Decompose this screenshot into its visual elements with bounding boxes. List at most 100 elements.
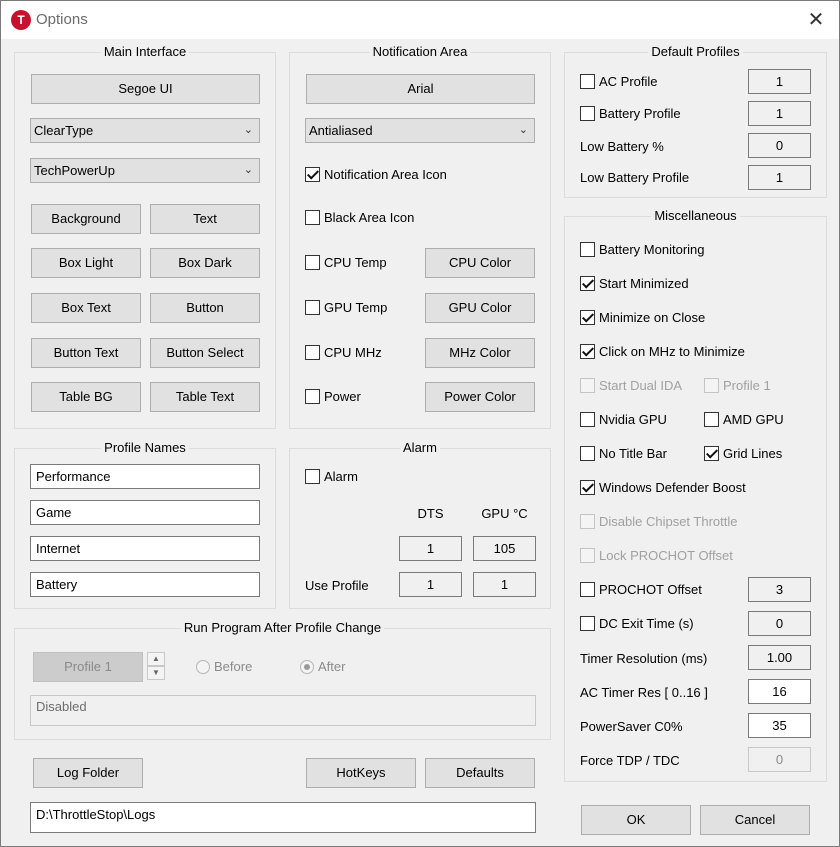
nvidia-gpu-checkbox[interactable]: Nvidia GPU xyxy=(580,411,667,429)
options-window: T Options ✕ Main Interface Segoe UI Clea… xyxy=(0,0,840,847)
checkbox-checked-icon xyxy=(580,310,595,325)
ac-profile-checkbox[interactable]: AC Profile xyxy=(580,73,658,91)
lock-prochot-offset-checkbox[interactable]: Lock PROCHOT Offset xyxy=(580,547,733,565)
profile-name-3-input[interactable]: Internet xyxy=(30,536,260,561)
hotkeys-button[interactable]: HotKeys xyxy=(306,758,416,788)
force-tdp-tdc-label: Force TDP / TDC xyxy=(580,753,680,768)
notification-area-group: Notification Area xyxy=(289,44,551,429)
checkbox-icon xyxy=(580,548,595,563)
profile-spinner[interactable]: ▲ ▼ xyxy=(147,652,165,680)
log-folder-button[interactable]: Log Folder xyxy=(33,758,143,788)
checkbox-icon xyxy=(580,616,595,631)
main-interface-label: Main Interface xyxy=(100,44,190,59)
battery-profile-checkbox[interactable]: Battery Profile xyxy=(580,105,681,123)
checkbox-icon xyxy=(305,210,320,225)
profile-name-2-input[interactable]: Game xyxy=(30,500,260,525)
grid-lines-checkbox[interactable]: Grid Lines xyxy=(704,445,782,463)
box-dark-color-button[interactable]: Box Dark xyxy=(150,248,260,278)
checkbox-icon xyxy=(305,255,320,270)
low-battery-pct-value[interactable]: 0 xyxy=(748,133,811,158)
notification-area-icon-checkbox[interactable]: Notification Area Icon xyxy=(305,166,447,184)
cpu-color-button[interactable]: CPU Color xyxy=(425,248,535,278)
minimize-on-close-checkbox[interactable]: Minimize on Close xyxy=(580,309,705,327)
defaults-button[interactable]: Defaults xyxy=(425,758,535,788)
spin-down-icon[interactable]: ▼ xyxy=(147,666,165,680)
checkbox-checked-icon xyxy=(580,276,595,291)
checkbox-icon xyxy=(580,446,595,461)
start-minimized-checkbox[interactable]: Start Minimized xyxy=(580,275,689,293)
windows-defender-boost-checkbox[interactable]: Windows Defender Boost xyxy=(580,479,746,497)
notification-rendering-select[interactable]: Antialiased ⌄ xyxy=(305,118,535,143)
disable-chipset-throttle-checkbox[interactable]: Disable Chipset Throttle xyxy=(580,513,738,531)
before-radio[interactable]: Before xyxy=(196,658,252,676)
main-font-button[interactable]: Segoe UI xyxy=(31,74,260,104)
click-mhz-minimize-checkbox[interactable]: Click on MHz to Minimize xyxy=(580,343,745,361)
text-color-button[interactable]: Text xyxy=(150,204,260,234)
black-area-icon-checkbox[interactable]: Black Area Icon xyxy=(305,209,414,227)
force-tdp-tdc-input[interactable]: 0 xyxy=(748,747,811,772)
checkbox-icon xyxy=(580,514,595,529)
chevron-down-icon: ⌄ xyxy=(243,124,253,136)
timer-resolution-value[interactable]: 1.00 xyxy=(748,645,811,670)
profile-name-4-input[interactable]: Battery xyxy=(30,572,260,597)
gpu-color-button[interactable]: GPU Color xyxy=(425,293,535,323)
close-button[interactable]: ✕ xyxy=(793,1,839,39)
box-light-color-button[interactable]: Box Light xyxy=(31,248,141,278)
ok-button[interactable]: OK xyxy=(581,805,691,835)
spin-up-icon[interactable]: ▲ xyxy=(147,652,165,666)
battery-profile-value[interactable]: 1 xyxy=(748,101,811,126)
run-program-command-input[interactable]: Disabled xyxy=(30,695,536,726)
run-profile-button[interactable]: Profile 1 xyxy=(33,652,143,682)
theme-select[interactable]: TechPowerUp ⌄ xyxy=(30,158,260,183)
use-profile-label: Use Profile xyxy=(305,578,369,593)
profile-name-1-input[interactable]: Performance xyxy=(30,464,260,489)
alarm-dts-value[interactable]: 1 xyxy=(399,536,462,561)
notification-font-button[interactable]: Arial xyxy=(306,74,535,104)
ac-timer-res-input[interactable]: 16 xyxy=(748,679,811,704)
use-profile-gpu-value[interactable]: 1 xyxy=(473,572,536,597)
power-checkbox[interactable]: Power xyxy=(305,388,361,406)
button-select-color-button[interactable]: Button Select xyxy=(150,338,260,368)
prochot-offset-value[interactable]: 3 xyxy=(748,577,811,602)
dc-exit-time-value[interactable]: 0 xyxy=(748,611,811,636)
profile-1-checkbox[interactable]: Profile 1 xyxy=(704,377,771,395)
table-text-color-button[interactable]: Table Text xyxy=(150,382,260,412)
radio-icon xyxy=(196,660,210,674)
default-profiles-label: Default Profiles xyxy=(648,44,743,59)
alarm-gpu-value[interactable]: 105 xyxy=(473,536,536,561)
no-title-bar-checkbox[interactable]: No Title Bar xyxy=(580,445,667,463)
background-color-button[interactable]: Background xyxy=(31,204,141,234)
dc-exit-time-checkbox[interactable]: DC Exit Time (s) xyxy=(580,615,694,633)
checkbox-checked-icon xyxy=(704,446,719,461)
checkbox-icon xyxy=(704,412,719,427)
checkbox-icon xyxy=(305,469,320,484)
start-dual-ida-checkbox[interactable]: Start Dual IDA xyxy=(580,377,682,395)
button-color-button[interactable]: Button xyxy=(150,293,260,323)
log-path-input[interactable]: D:\ThrottleStop\Logs xyxy=(30,802,536,833)
checkbox-icon xyxy=(580,242,595,257)
mhz-color-button[interactable]: MHz Color xyxy=(425,338,535,368)
title-bar: T Options ✕ xyxy=(1,1,839,39)
amd-gpu-checkbox[interactable]: AMD GPU xyxy=(704,411,784,429)
low-battery-profile-value[interactable]: 1 xyxy=(748,165,811,190)
alarm-checkbox[interactable]: Alarm xyxy=(305,468,358,486)
power-color-button[interactable]: Power Color xyxy=(425,382,535,412)
button-text-color-button[interactable]: Button Text xyxy=(31,338,141,368)
cpu-temp-checkbox[interactable]: CPU Temp xyxy=(305,254,387,272)
ac-profile-value[interactable]: 1 xyxy=(748,69,811,94)
prochot-offset-checkbox[interactable]: PROCHOT Offset xyxy=(580,581,702,599)
gpu-temp-checkbox[interactable]: GPU Temp xyxy=(305,299,387,317)
checkbox-icon xyxy=(580,412,595,427)
box-text-color-button[interactable]: Box Text xyxy=(31,293,141,323)
main-rendering-select[interactable]: ClearType ⌄ xyxy=(30,118,260,143)
profile-names-label: Profile Names xyxy=(101,440,189,455)
cpu-mhz-checkbox[interactable]: CPU MHz xyxy=(305,344,382,362)
cancel-button[interactable]: Cancel xyxy=(700,805,810,835)
battery-monitoring-checkbox[interactable]: Battery Monitoring xyxy=(580,241,705,259)
use-profile-dts-value[interactable]: 1 xyxy=(399,572,462,597)
powersaver-c0-input[interactable]: 35 xyxy=(748,713,811,738)
checkbox-icon xyxy=(580,378,595,393)
after-radio[interactable]: After xyxy=(300,658,345,676)
table-bg-color-button[interactable]: Table BG xyxy=(31,382,141,412)
alarm-label: Alarm xyxy=(400,440,440,455)
